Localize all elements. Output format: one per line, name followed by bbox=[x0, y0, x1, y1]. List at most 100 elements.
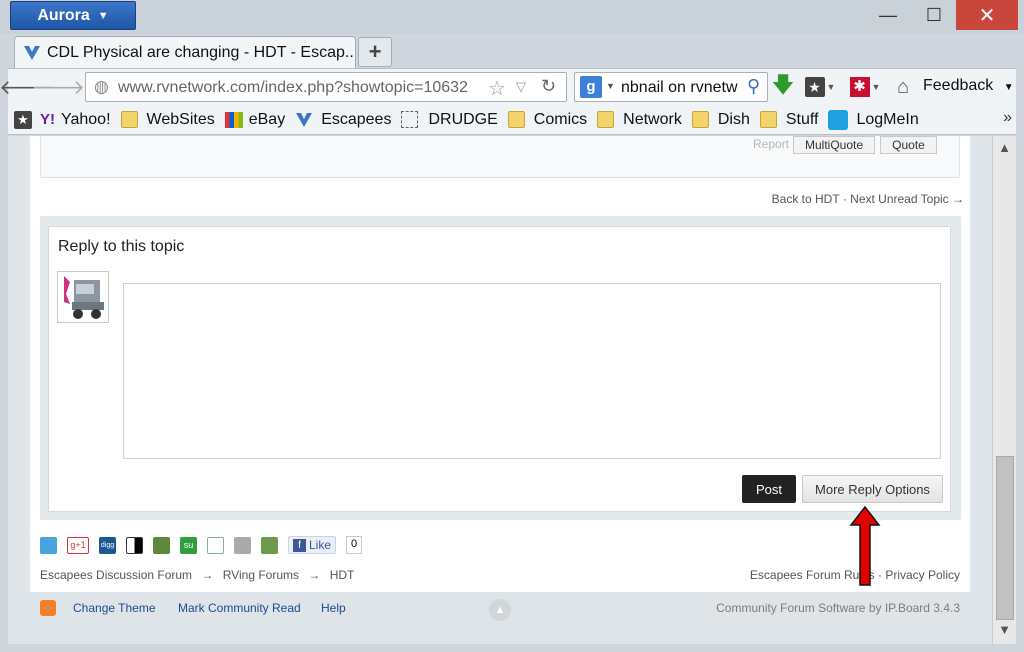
print-icon[interactable] bbox=[234, 536, 251, 554]
addon-icon[interactable]: ✱ ▼ bbox=[848, 75, 882, 99]
forum-page: Report MultiQuote Quote Back to HDT · Ne… bbox=[30, 136, 970, 592]
scroll-thumb[interactable] bbox=[996, 456, 1014, 620]
privacy-policy-link[interactable]: Privacy Policy bbox=[885, 568, 960, 582]
bookmark-ebay[interactable]: eBay bbox=[224, 110, 286, 129]
facebook-like-button[interactable]: f Like bbox=[288, 536, 337, 554]
navigation-bar: 🡐 🡒 ◍ www.rvnetwork.com/index.php?showto… bbox=[0, 68, 1016, 105]
minimize-button[interactable]: — bbox=[868, 0, 908, 30]
bookmarks-star-icon[interactable]: ★ bbox=[14, 110, 32, 129]
star-icon[interactable]: ☆ bbox=[484, 76, 506, 101]
forward-icon[interactable]: 🡒 bbox=[31, 75, 85, 99]
reply-textarea[interactable] bbox=[123, 283, 941, 459]
powered-by-text: Community Forum Software by IP.Board 3.4… bbox=[716, 601, 960, 615]
twitter-icon[interactable] bbox=[40, 536, 57, 554]
mark-community-read-link[interactable]: Mark Community Read bbox=[178, 601, 301, 615]
post-button[interactable]: Post bbox=[742, 475, 796, 503]
bookmark-label: LogMeIn bbox=[856, 110, 919, 128]
bookmark-label: DRUDGE bbox=[428, 110, 498, 128]
board-footer: Change Theme Mark Community Read Help ▲ … bbox=[30, 598, 970, 622]
home-icon[interactable]: ⌂ bbox=[891, 75, 915, 99]
scroll-up-icon[interactable]: ▲ bbox=[993, 140, 1016, 160]
yahoo-icon: Y! bbox=[40, 111, 55, 128]
google-icon: g bbox=[580, 76, 602, 98]
breadcrumb-separator: → bbox=[308, 568, 321, 582]
folder-icon bbox=[507, 111, 525, 128]
bookmark-drudge[interactable]: DRUDGE bbox=[401, 110, 498, 129]
search-input[interactable]: nbnail on rvnetw bbox=[621, 79, 738, 97]
more-reply-options-button[interactable]: More Reply Options bbox=[802, 475, 943, 503]
breadcrumb-item[interactable]: Escapees Discussion Forum bbox=[40, 568, 192, 582]
facebook-icon: f bbox=[293, 538, 306, 552]
bookmark-websites[interactable]: WebSites bbox=[120, 110, 215, 129]
quote-button[interactable]: Quote bbox=[880, 136, 937, 154]
report-link[interactable]: Report bbox=[753, 137, 789, 151]
separator: · bbox=[842, 192, 847, 206]
bookmark-label: Network bbox=[623, 110, 682, 128]
maximize-button[interactable]: ☐ bbox=[912, 0, 956, 30]
delicious-icon[interactable] bbox=[126, 536, 143, 554]
close-window-button[interactable]: ✕ bbox=[956, 0, 1018, 30]
multiquote-button[interactable]: MultiQuote bbox=[793, 136, 875, 154]
change-theme-link[interactable]: Change Theme bbox=[73, 601, 156, 615]
app-menu-button[interactable]: Aurora ▼ bbox=[10, 1, 136, 30]
download-icon[interactable]: 🡇 bbox=[772, 72, 795, 99]
bookmark-escapees[interactable]: Escapees bbox=[295, 111, 391, 129]
scroll-down-icon[interactable]: ▼ bbox=[993, 622, 1016, 642]
ebay-bag-icon bbox=[224, 111, 243, 128]
url-text: www.rvnetwork.com/index.php?showtopic=10… bbox=[118, 79, 468, 96]
download-icon[interactable] bbox=[261, 536, 278, 554]
google-plus-icon[interactable]: g+1 bbox=[67, 536, 89, 554]
bookmark-label: eBay bbox=[248, 110, 286, 128]
bookmark-logmein[interactable]: LogMeIn bbox=[828, 109, 919, 130]
bookmark-dish[interactable]: Dish bbox=[691, 110, 750, 129]
bookmark-star-icon[interactable]: ★ ▼ bbox=[803, 75, 837, 99]
overflow-chevron-icon[interactable]: » bbox=[1003, 109, 1012, 127]
folder-icon bbox=[120, 111, 138, 128]
bookmark-label: WebSites bbox=[146, 110, 215, 128]
feedback-button[interactable]: Feedback ▼ bbox=[923, 77, 1014, 95]
digg-icon[interactable]: digg bbox=[99, 536, 116, 554]
dashed-page-icon bbox=[401, 111, 419, 128]
breadcrumb-item[interactable]: HDT bbox=[330, 568, 355, 582]
quick-reply-section: Reply to this topic Post More Reply Opti… bbox=[40, 216, 961, 520]
red-arrow-annotation-icon bbox=[849, 505, 881, 586]
bookmark-yahoo[interactable]: Y! Yahoo! bbox=[40, 111, 111, 129]
tab-title: CDL Physical are changing - HDT - Escap.… bbox=[47, 44, 356, 61]
email-icon[interactable] bbox=[207, 536, 224, 554]
next-unread-topic-link[interactable]: Next Unread Topic → bbox=[850, 192, 964, 206]
globe-icon: ◍ bbox=[94, 77, 109, 96]
logmein-icon bbox=[828, 109, 849, 130]
search-bar[interactable]: g ▼ nbnail on rvnetw ⚲ bbox=[574, 72, 768, 102]
new-tab-button[interactable]: + bbox=[358, 37, 392, 67]
bookmark-label: Escapees bbox=[321, 110, 392, 128]
bookmark-network[interactable]: Network bbox=[597, 111, 682, 129]
quick-reply-box: Reply to this topic Post More Reply Opti… bbox=[48, 226, 951, 512]
breadcrumb-item[interactable]: RVing Forums bbox=[223, 568, 299, 582]
bookmarks-toolbar: ★ Y! Yahoo! WebSites eBay Escapees DRUDG… bbox=[8, 105, 1016, 135]
bookmark-stuff[interactable]: Stuff bbox=[759, 110, 819, 129]
truck-avatar-icon bbox=[64, 276, 104, 319]
bookmark-comics[interactable]: Comics bbox=[507, 110, 588, 129]
reply-title: Reply to this topic bbox=[58, 238, 185, 255]
stumbleupon-icon[interactable]: su bbox=[180, 536, 197, 554]
newsvine-icon[interactable] bbox=[153, 536, 170, 554]
search-icon[interactable]: ⚲ bbox=[747, 76, 761, 97]
back-to-top-icon[interactable]: ▲ bbox=[489, 599, 511, 621]
back-to-forum-link[interactable]: Back to HDT bbox=[772, 192, 840, 206]
url-bar[interactable]: ◍ www.rvnetwork.com/index.php?showtopic=… bbox=[85, 72, 567, 102]
bookmark-label: Dish bbox=[717, 110, 750, 128]
vertical-scrollbar[interactable]: ▲ ▼ bbox=[992, 136, 1016, 644]
bookmark-label: Stuff bbox=[785, 110, 819, 128]
help-link[interactable]: Help bbox=[321, 601, 346, 615]
tab-active[interactable]: CDL Physical are changing - HDT - Escap.… bbox=[14, 36, 356, 69]
reload-icon[interactable]: ↻ bbox=[541, 76, 556, 97]
rss-icon[interactable] bbox=[40, 600, 56, 616]
bookmark-label: Comics bbox=[533, 110, 588, 128]
dropdown-icon[interactable]: ▽ bbox=[516, 79, 526, 95]
topic-navigation: Back to HDT · Next Unread Topic → bbox=[772, 192, 964, 206]
share-links: g+1 digg su f Like 0 bbox=[40, 534, 363, 556]
chevron-down-icon[interactable]: ▼ bbox=[606, 81, 615, 91]
folder-icon bbox=[691, 111, 709, 128]
folder-icon bbox=[759, 111, 777, 128]
like-count: 0 bbox=[346, 536, 363, 554]
